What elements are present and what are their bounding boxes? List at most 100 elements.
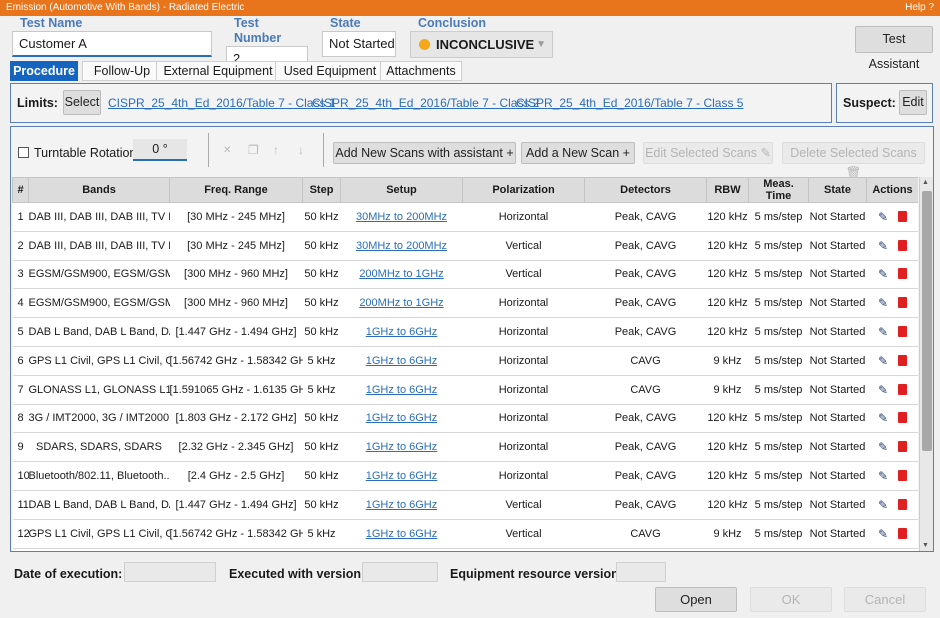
table-cell: 9 kHz	[706, 346, 749, 376]
limit-link-class2[interactable]: CISPR_25_4th_Ed_2016/Table 7 - Class 2	[312, 96, 539, 110]
delete-selected-button[interactable]: Delete Selected Scans 🗑	[782, 142, 925, 180]
turntable-angle-input[interactable]: 0 °	[133, 139, 187, 161]
edit-pencil-icon[interactable]: ✎	[878, 354, 888, 368]
column-header[interactable]: Setup	[340, 177, 463, 203]
table-cell: 4	[12, 288, 29, 319]
limits-select-button[interactable]: Select	[63, 90, 101, 115]
vertical-scrollbar[interactable]: ▲ ▼	[919, 177, 933, 551]
table-row[interactable]: 1 DAB III, DAB III, DAB III, TV B... [30 M…	[12, 202, 918, 232]
table-row[interactable]: 3 EGSM/GSM900, EGSM/GSM... [300 MHz - 960 …	[12, 260, 918, 290]
scroll-down-icon[interactable]: ▼	[922, 542, 929, 549]
table-cell: 1GHz to 6GHz	[340, 432, 463, 463]
edit-pencil-icon[interactable]: ✎	[878, 411, 888, 425]
turntable-checkbox[interactable]	[18, 147, 29, 158]
delete-trash-icon[interactable]	[898, 527, 908, 539]
column-header[interactable]: RBW	[706, 177, 749, 203]
setup-link[interactable]: 1GHz to 6GHz	[366, 528, 438, 540]
add-scans-assistant-button[interactable]: Add New Scans with assistant +	[333, 142, 516, 164]
column-header[interactable]: Actions	[866, 177, 918, 203]
tab-external-equipment[interactable]: External Equipment	[156, 61, 280, 81]
table-row[interactable]: 7 GLONASS L1, GLONASS L1,... [1.591065 GHz…	[12, 375, 918, 405]
test-assistant-button[interactable]: Test Assistant	[855, 26, 933, 71]
delete-trash-icon[interactable]	[898, 498, 908, 510]
limit-link-class5[interactable]: CISPR_25_4th_Ed_2016/Table 7 - Class 5	[516, 96, 743, 110]
delete-trash-icon[interactable]	[898, 383, 908, 395]
edit-pencil-icon[interactable]: ✎	[878, 440, 888, 454]
column-header[interactable]: Detectors	[584, 177, 707, 203]
column-header[interactable]: Meas. Time	[748, 177, 809, 203]
table-row[interactable]: 6GPS L1 Civil, GPS L1 Civil, GP...[1.567…	[12, 346, 918, 376]
cancel-button[interactable]: Cancel	[844, 587, 926, 612]
delete-trash-icon[interactable]	[898, 354, 908, 366]
column-header[interactable]: Step	[302, 177, 341, 203]
table-cell: Horizontal	[462, 346, 585, 376]
delete-trash-icon[interactable]	[898, 326, 908, 338]
table-row[interactable]: 4 EGSM/GSM900, EGSM/GSM... [300 MHz - 960 …	[12, 288, 918, 319]
test-name-input[interactable]: Customer A	[12, 31, 212, 57]
edit-pencil-icon[interactable]: ✎	[878, 239, 888, 253]
limit-link-class1[interactable]: CISPR_25_4th_Ed_2016/Table 7 - Class 1	[108, 96, 335, 110]
table-row[interactable]: 5DAB L Band, DAB L Band, DA...[1.447 GHz…	[12, 317, 918, 347]
arrow-down-icon[interactable]: ↓	[298, 143, 304, 157]
table-row[interactable]: 12GPS L1 Civil, GPS L1 Civil, GP...[1.56…	[12, 519, 918, 549]
chevron-down-icon: ▼	[536, 39, 546, 50]
delete-trash-icon[interactable]	[898, 470, 908, 482]
edit-pencil-icon[interactable]: ✎	[878, 469, 888, 483]
column-header[interactable]: State	[808, 177, 867, 203]
column-header[interactable]: Freq. Range	[169, 177, 303, 203]
ok-button[interactable]: OK	[750, 587, 832, 612]
tab-follow-up[interactable]: Follow-Up	[82, 61, 162, 81]
table-row[interactable]: 13GLONASS L1, GLONASS L1,...[1.591065 GH…	[12, 548, 918, 551]
column-header[interactable]: Bands	[28, 177, 170, 203]
setup-link[interactable]: 1GHz to 6GHz	[366, 326, 438, 338]
delete-trash-icon[interactable]	[898, 210, 908, 222]
table-cell: Horizontal	[462, 288, 585, 319]
setup-link[interactable]: 200MHz to 1GHz	[359, 297, 443, 309]
table-row[interactable]: 10Bluetooth/802.11, Bluetooth...[2.4 GHz…	[12, 461, 918, 491]
edit-pencil-icon[interactable]: ✎	[878, 296, 888, 310]
column-header[interactable]: Polarization	[462, 177, 585, 203]
copy-icon[interactable]: ❐	[248, 143, 259, 157]
table-cell: Horizontal	[462, 202, 585, 232]
setup-link[interactable]: 200MHz to 1GHz	[359, 268, 443, 280]
edit-pencil-icon[interactable]: ✎	[878, 498, 888, 512]
table-row[interactable]: 2 DAB III, DAB III, DAB III, TV B... [30 M…	[12, 231, 918, 261]
state-field: State Not Started	[322, 16, 396, 57]
setup-link[interactable]: 1GHz to 6GHz	[366, 412, 438, 424]
edit-selected-button[interactable]: Edit Selected Scans ✎	[643, 142, 773, 164]
edit-pencil-icon[interactable]: ✎	[878, 383, 888, 397]
column-header[interactable]: #	[12, 177, 29, 203]
table-row[interactable]: 11DAB L Band, DAB L Band, DA...[1.447 GH…	[12, 490, 918, 520]
clear-filter-icon[interactable]: ✕	[223, 145, 231, 156]
setup-link[interactable]: 1GHz to 6GHz	[366, 384, 438, 396]
open-button[interactable]: Open	[655, 587, 737, 612]
table-row[interactable]: 9 SDARS, SDARS, SDARS [2.32 GHz - 2.345 GH…	[12, 432, 918, 463]
scroll-up-icon[interactable]: ▲	[922, 179, 929, 186]
edit-pencil-icon[interactable]: ✎	[878, 325, 888, 339]
setup-link[interactable]: 1GHz to 6GHz	[366, 499, 438, 511]
delete-trash-icon[interactable]	[898, 268, 908, 280]
edit-pencil-icon[interactable]: ✎	[878, 267, 888, 281]
arrow-up-icon[interactable]: ↑	[273, 143, 279, 157]
tab-attachments[interactable]: Attachments	[380, 61, 462, 81]
table-row[interactable]: 8 3G / IMT2000, 3G / IMT2000... [1.803 GHz…	[12, 404, 918, 434]
delete-trash-icon[interactable]	[898, 441, 908, 453]
setup-link[interactable]: 1GHz to 6GHz	[366, 441, 438, 453]
setup-link[interactable]: 1GHz to 6GHz	[366, 470, 438, 482]
delete-trash-icon[interactable]	[898, 239, 908, 251]
conclusion-dropdown[interactable]: INCONCLUSIVE ▼	[410, 31, 553, 58]
tab-procedure[interactable]: Procedure	[10, 61, 78, 81]
setup-link[interactable]: 1GHz to 6GHz	[366, 355, 438, 367]
edit-pencil-icon[interactable]: ✎	[878, 210, 888, 224]
scrollbar-thumb[interactable]	[922, 191, 932, 451]
edit-pencil-icon[interactable]: ✎	[878, 527, 888, 541]
table-cell: 5 kHz	[302, 548, 341, 551]
suspect-edit-button[interactable]: Edit	[899, 90, 927, 115]
help-link[interactable]: Help ?	[905, 0, 934, 16]
setup-link[interactable]: 30MHz to 200MHz	[356, 211, 447, 223]
delete-trash-icon[interactable]	[898, 412, 908, 424]
delete-trash-icon[interactable]	[898, 297, 908, 309]
add-scan-button[interactable]: Add a New Scan +	[521, 142, 635, 164]
tab-used-equipment[interactable]: Used Equipment	[275, 61, 385, 81]
setup-link[interactable]: 30MHz to 200MHz	[356, 240, 447, 252]
